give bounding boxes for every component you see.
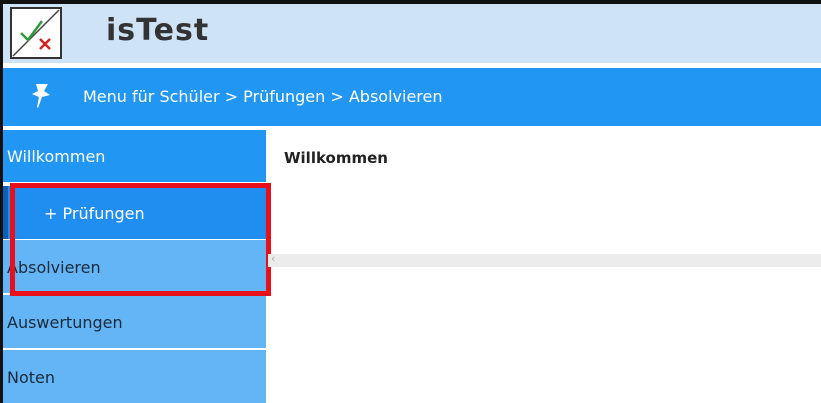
sidebar-item-label: Absolvieren — [7, 258, 101, 277]
breadcrumb: Menu für Schüler > Prüfungen > Absolvier… — [83, 87, 443, 106]
check-cross-logo-icon — [12, 9, 60, 57]
horizontal-scrollbar[interactable]: ‹ — [268, 252, 821, 267]
sidebar-item-label: + Prüfungen — [44, 204, 145, 223]
navigation-bar: Menu für Schüler > Prüfungen > Absolvier… — [3, 68, 821, 126]
app-title: isTest — [106, 13, 210, 48]
page-title: Willkommen — [284, 149, 388, 167]
scroll-left-icon[interactable]: ‹ — [271, 252, 275, 265]
sidebar-item-label: Willkommen — [7, 147, 106, 166]
pushpin-icon[interactable] — [30, 82, 52, 110]
sidebar-item-absolvieren[interactable]: Absolvieren — [3, 240, 266, 293]
sidebar-item-label: Auswertungen — [7, 313, 123, 332]
sidebar-item-label: Noten — [7, 368, 56, 387]
sidebar-item-noten[interactable]: Noten — [3, 350, 266, 403]
app-logo — [10, 7, 62, 59]
sidebar-item-auswertungen[interactable]: Auswertungen — [3, 295, 266, 348]
sidebar: Willkommen + Prüfungen Absolvieren Auswe… — [3, 130, 266, 403]
app-header: isTest — [3, 4, 821, 63]
sidebar-item-willkommen[interactable]: Willkommen — [3, 130, 266, 182]
sidebar-item-pruefungen[interactable]: + Prüfungen — [3, 186, 266, 239]
